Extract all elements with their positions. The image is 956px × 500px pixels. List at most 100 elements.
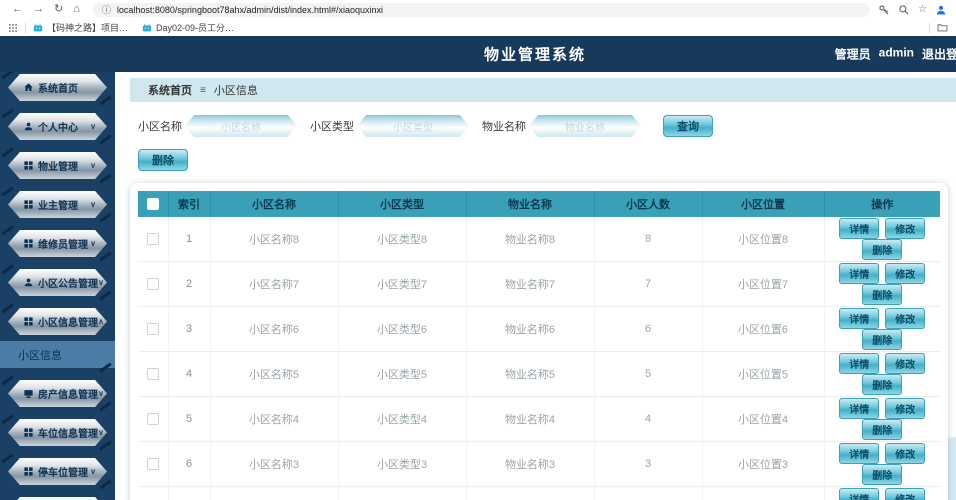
sidebar-item-1[interactable]: 个人中心 ∨: [8, 113, 107, 140]
row-action-edit-button[interactable]: 修改: [885, 218, 926, 239]
back-icon[interactable]: ←: [12, 4, 23, 15]
sidebar-item-9[interactable]: 停车位管理 ∨: [8, 458, 107, 485]
row-select-cell: [138, 396, 169, 442]
cell-property-name: 物业名称7: [466, 261, 595, 307]
cell-actions: 详情修改删除: [824, 396, 940, 442]
community-name-input[interactable]: 小区名称: [185, 115, 297, 137]
row-action-edit-button[interactable]: 修改: [885, 308, 926, 329]
row-action-delete-button[interactable]: 删除: [862, 374, 903, 395]
sidebar-subitem[interactable]: 小区信息: [0, 341, 115, 368]
property-name-input[interactable]: 物业名称: [529, 115, 641, 137]
row-action-edit-button[interactable]: 修改: [885, 488, 926, 500]
forward-icon[interactable]: →: [33, 4, 44, 15]
bookmark-item[interactable]: 【码神之路】项目…: [33, 21, 128, 34]
site-info-icon[interactable]: ⓘ: [102, 3, 111, 16]
home-icon[interactable]: ⌂: [73, 4, 80, 15]
placeholder-text: 物业名称: [565, 122, 605, 134]
row-checkbox[interactable]: [146, 233, 159, 245]
row-action-detail-button[interactable]: 详情: [839, 398, 880, 419]
row-action-edit-button[interactable]: 修改: [885, 353, 926, 374]
row-checkbox[interactable]: [146, 323, 159, 335]
bookmark-star-icon[interactable]: ☆: [918, 4, 927, 15]
breadcrumb-current: 小区信息: [213, 85, 258, 97]
breadcrumb-home-link[interactable]: 系统首页: [148, 82, 192, 98]
sidebar-item-label: 业主管理: [38, 201, 78, 212]
row-select-cell: [138, 261, 169, 307]
sidebar-item-5[interactable]: 小区公告管理 ∨: [8, 269, 107, 296]
sidebar-item-4[interactable]: 维修员管理 ∨: [8, 230, 107, 257]
logout-button[interactable]: 退出登录: [922, 46, 956, 63]
cell-community-name: 小区名称6: [210, 306, 339, 352]
row-checkbox[interactable]: [146, 458, 159, 470]
bulk-delete-button[interactable]: 删除: [138, 149, 188, 171]
row-action-detail-button[interactable]: 详情: [839, 353, 880, 374]
cell-index: 2: [168, 261, 211, 307]
cell-people-count: 3: [594, 441, 703, 487]
chevron-down-icon: ∨: [98, 278, 104, 287]
row-action-edit-button[interactable]: 修改: [885, 443, 926, 464]
cell-actions: 详情修改删除: [824, 306, 940, 352]
select-all-header: [138, 191, 169, 217]
user-icon: [23, 121, 34, 132]
community-type-input[interactable]: 小区类型: [357, 115, 469, 137]
table-header-row: 索引 小区名称 小区类型 物业名称 小区人数 小区位置 操作: [138, 191, 940, 217]
cell-index: 7: [168, 486, 211, 500]
row-checkbox[interactable]: [146, 368, 159, 380]
breadcrumb: 系统首页 ≡ 小区信息: [130, 78, 956, 102]
sidebar-item-7[interactable]: 房产信息管理 ∨: [8, 380, 107, 407]
sidebar-item-2[interactable]: 物业管理 ∨: [8, 152, 107, 179]
address-bar[interactable]: ⓘ localhost:8080/springboot78ahx/admin/d…: [92, 2, 871, 17]
row-action-detail-button[interactable]: 详情: [839, 308, 880, 329]
row-checkbox[interactable]: [146, 278, 159, 290]
select-all-checkbox[interactable]: [146, 198, 159, 210]
sidebar-item-label: 小区公告管理: [38, 279, 98, 290]
row-checkbox[interactable]: [146, 413, 159, 425]
data-table-panel: 索引 小区名称 小区类型 物业名称 小区人数 小区位置 操作 1 小区名称8 小区类型8 物业名称…: [130, 183, 948, 500]
bilibili-icon: [142, 23, 152, 33]
cell-community-name: 小区名称4: [210, 396, 339, 442]
cell-location: 小区位置5: [702, 351, 825, 397]
row-action-delete-button[interactable]: 删除: [862, 329, 903, 350]
cell-community-type: 小区类型7: [338, 261, 467, 307]
cell-community-type: 小区类型3: [338, 441, 467, 487]
row-action-detail-button[interactable]: 详情: [839, 218, 880, 239]
cell-actions: 详情修改删除: [824, 486, 940, 500]
row-action-delete-button[interactable]: 删除: [862, 464, 903, 485]
sidebar-item-0[interactable]: 系统首页: [8, 74, 107, 101]
row-select-cell: [138, 217, 169, 262]
bilibili-icon: [33, 23, 43, 33]
row-action-edit-button[interactable]: 修改: [885, 263, 926, 284]
sidebar-item-label: 系统首页: [38, 84, 78, 95]
apps-grid-icon[interactable]: [8, 23, 18, 33]
zoom-icon[interactable]: [898, 4, 910, 16]
row-action-detail-button[interactable]: 详情: [839, 443, 880, 464]
row-action-edit-button[interactable]: 修改: [885, 398, 926, 419]
column-header: 操作: [824, 191, 940, 217]
profile-avatar-icon[interactable]: [935, 4, 947, 16]
row-action-detail-button[interactable]: 详情: [839, 488, 880, 500]
cell-property-name: 物业名称6: [466, 306, 595, 352]
reload-icon[interactable]: ↻: [54, 4, 63, 15]
query-button[interactable]: 查询: [663, 115, 713, 137]
row-action-delete-button[interactable]: 删除: [862, 419, 903, 440]
bookmarks-folder-icon[interactable]: [937, 22, 948, 33]
row-action-delete-button[interactable]: 删除: [862, 284, 903, 305]
table-row: 5 小区名称4 小区类型4 物业名称4 4 小区位置4 详情 修改删除: [138, 396, 940, 442]
row-action-delete-button[interactable]: 删除: [862, 239, 903, 260]
breadcrumb-separator-icon: ≡: [200, 84, 206, 96]
sidebar-item-8[interactable]: 车位信息管理 ∨: [8, 419, 107, 446]
app-title: 物业管理系统: [483, 46, 587, 64]
chevron-down-icon: ∨: [90, 200, 96, 209]
password-key-icon[interactable]: [878, 4, 890, 16]
sidebar-item-6[interactable]: 小区信息管理 ∧: [8, 308, 107, 335]
sidebar-item-label: 停车位管理: [38, 468, 88, 479]
cell-people-count: 5: [594, 351, 703, 397]
cell-community-type: 小区类型6: [338, 306, 467, 352]
row-action-detail-button[interactable]: 详情: [839, 263, 880, 284]
sidebar-item-3[interactable]: 业主管理 ∨: [8, 191, 107, 218]
cell-actions: 详情修改删除: [824, 261, 940, 307]
bookmark-item[interactable]: Day02-09-员工分…: [142, 21, 234, 34]
cell-index: 1: [168, 217, 211, 262]
app-header: 物业管理系统 管理员 admin 退出登录: [0, 36, 956, 72]
chevron-up-icon: ∧: [98, 317, 104, 326]
